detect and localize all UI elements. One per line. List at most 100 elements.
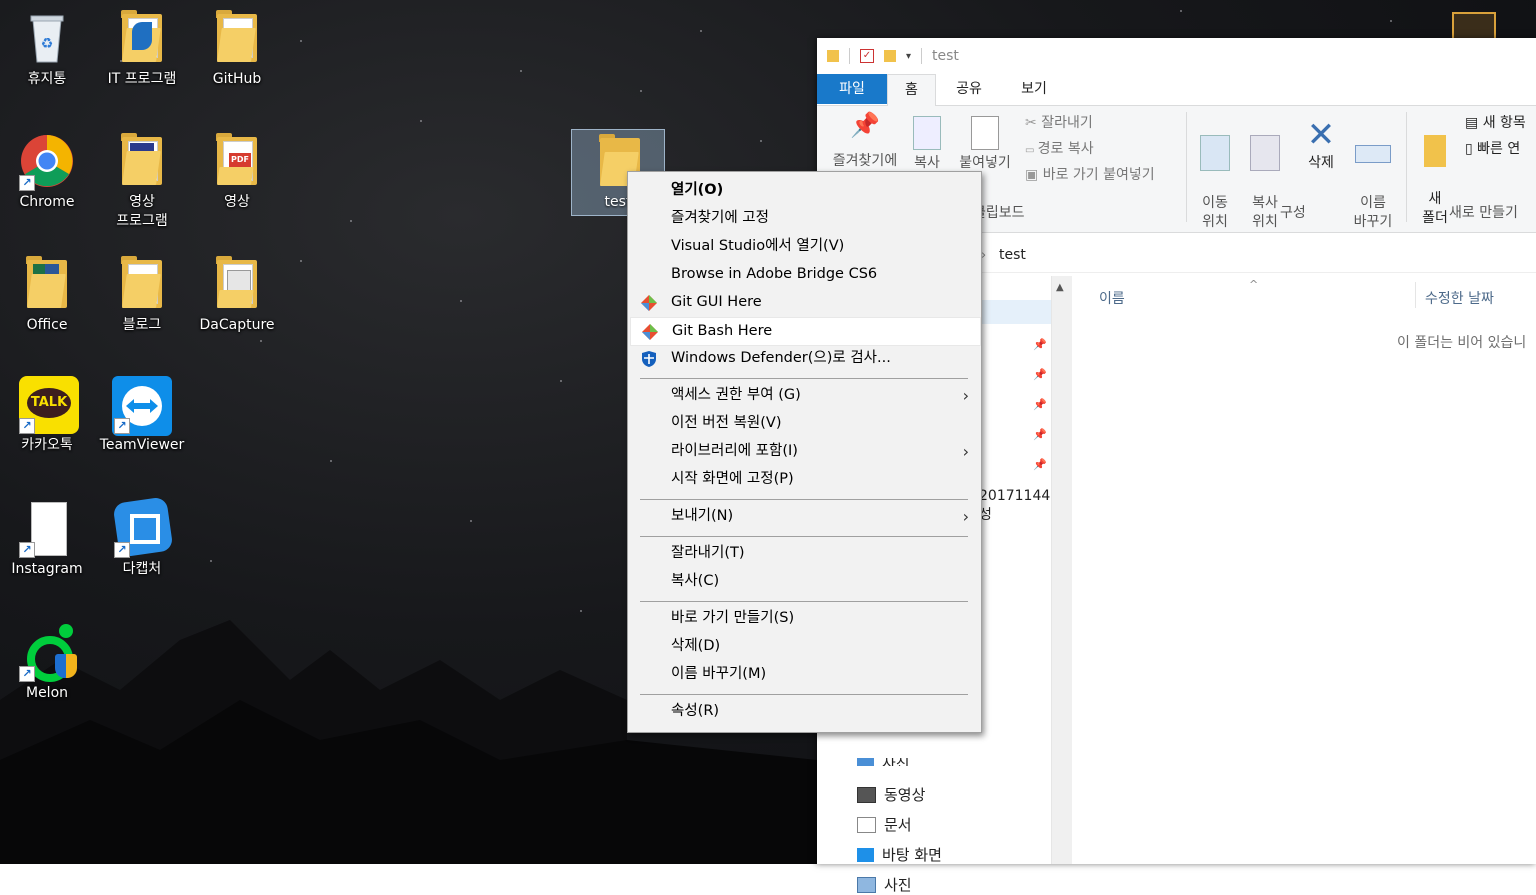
new-folder-button[interactable]: 새 폴더 (1413, 116, 1457, 247)
pin-quick-access-button[interactable]: 📌 즐겨찾기에 (825, 111, 905, 171)
desktop-icon-office[interactable]: Office (2, 256, 92, 335)
column-header-name[interactable]: 이름 (1099, 288, 1125, 308)
menu-item-pin-quick-access[interactable]: 즐겨찾기에 고정 (630, 205, 979, 232)
menu-item-pin-start[interactable]: 시작 화면에 고정(P) (630, 466, 979, 493)
ribbon-separator (1406, 112, 1407, 222)
desktop-icon-label: TeamViewer (99, 437, 185, 453)
nav-item-pictures[interactable]: 사진 (857, 874, 912, 895)
pin-icon: 📌 (1033, 428, 1047, 441)
folder-small-icon[interactable] (827, 50, 839, 62)
pictures-icon (857, 876, 876, 893)
kakaotalk-badge: TALK (27, 388, 71, 418)
nav-item-recent-folder[interactable]: 20171144 성 (979, 488, 1051, 524)
menu-item-git-gui[interactable]: Git GUI Here (630, 289, 979, 316)
move-to-icon (1200, 135, 1230, 171)
menu-item-open-visual-studio[interactable]: Visual Studio에서 열기(V) (630, 233, 979, 260)
tab-view[interactable]: 보기 (1009, 74, 1059, 104)
desktop-icon-recycle-bin[interactable]: ♻ 휴지통 (2, 10, 92, 89)
desktop-icon (857, 847, 874, 862)
quick-access-toolbar: ✓ ▾ test (817, 38, 1536, 74)
delete-button[interactable]: ✕ 삭제 (1297, 116, 1345, 173)
desktop-icon-video-programs[interactable]: 영상 프로그램 (97, 133, 187, 231)
tab-home[interactable]: 홈 (887, 74, 936, 106)
menu-item-cut[interactable]: 잘라내기(T) (630, 540, 979, 567)
folder-pdf-icon: PDF (209, 133, 265, 189)
menu-separator (640, 694, 968, 695)
menu-separator (640, 378, 968, 379)
menu-item-delete[interactable]: 삭제(D) (630, 633, 979, 660)
copy-icon (913, 116, 941, 150)
rename-button[interactable]: 이름 바꾸기 (1349, 116, 1397, 251)
new-item-button[interactable]: ▤ 새 항목 (1465, 114, 1526, 133)
copy-to-button[interactable]: 복사 위치 (1241, 116, 1289, 251)
menu-item-rename[interactable]: 이름 바꾸기(M) (630, 661, 979, 688)
new-folder-small-icon[interactable] (884, 50, 896, 62)
menu-item-send-to[interactable]: 보내기(N) › (630, 503, 979, 530)
group-new-label: 새로 만들기 (1449, 205, 1518, 221)
desktop-icon-github[interactable]: GitHub (192, 10, 282, 89)
easy-access-icon: ▯ (1465, 141, 1478, 157)
submenu-chevron-icon: › (962, 442, 969, 461)
pin-icon: 📌 (850, 111, 880, 139)
desktop-icon-instagram[interactable]: ↗ Instagram (2, 500, 92, 579)
desktop-icon-video[interactable]: PDF 영상 (192, 133, 282, 212)
desktop-icon-label: 다캡처 (122, 561, 162, 577)
context-menu: 열기(O) 즐겨찾기에 고정 Visual Studio에서 열기(V) Bro… (627, 171, 982, 733)
tab-file[interactable]: 파일 (817, 74, 887, 104)
cut-button[interactable]: ✂ 잘라내기 (1025, 114, 1093, 133)
clipboard-icon (971, 116, 999, 150)
nav-scrollbar[interactable]: ▲ (1051, 276, 1072, 864)
desktop-icon-label: Instagram (11, 561, 83, 577)
desktop-icon-label: Chrome (19, 194, 75, 210)
address-folder[interactable]: test (999, 247, 1026, 263)
tab-share[interactable]: 공유 (945, 74, 993, 104)
customize-dropdown-icon[interactable]: ▾ (906, 51, 911, 62)
menu-item-restore-previous[interactable]: 이전 버전 복원(V) (630, 410, 979, 437)
menu-item-windows-defender[interactable]: Windows Defender(으)로 검사... (630, 345, 979, 372)
nav-item-pictures-partial[interactable]: 사진 (857, 758, 910, 766)
properties-check-icon[interactable]: ✓ (860, 49, 874, 63)
menu-item-properties[interactable]: 속성(R) (630, 698, 979, 725)
blank-file-icon: ↗ (19, 500, 75, 558)
paste-shortcut-button[interactable]: ▣ 바로 가기 붙여넣기 (1025, 166, 1155, 185)
window-title: test (932, 48, 959, 64)
nav-item-documents[interactable]: 문서 (857, 814, 912, 835)
submenu-chevron-icon: › (962, 507, 969, 526)
menu-item-adobe-bridge[interactable]: Browse in Adobe Bridge CS6 (630, 261, 979, 288)
copy-path-button[interactable]: ▭ 경로 복사 (1025, 140, 1094, 160)
desktop-icon-label: 카카오톡 (21, 437, 73, 453)
copy-button[interactable]: 복사 (907, 116, 947, 173)
menu-item-open[interactable]: 열기(O) (630, 177, 979, 204)
desktop-icon-kakaotalk[interactable]: TALK ↗ 카카오톡 (2, 376, 92, 455)
scroll-up-icon[interactable]: ▲ (1056, 282, 1064, 293)
menu-item-give-access[interactable]: 액세스 권한 부여 (G) › (630, 382, 979, 409)
menu-item-git-bash-highlighted[interactable]: Git Bash Here (630, 317, 981, 346)
desktop-icon-it-programs[interactable]: IT 프로그램 (97, 10, 187, 89)
paste-button[interactable]: 붙여넣기 (953, 116, 1017, 173)
desktop-icon-label: 휴지통 (27, 71, 67, 87)
menu-item-include-library[interactable]: 라이브러리에 포함(I) › (630, 438, 979, 465)
document-icon (857, 816, 876, 833)
move-to-button[interactable]: 이동 위치 (1191, 116, 1239, 251)
chrome-icon: ↗ (19, 133, 75, 191)
menu-item-create-shortcut[interactable]: 바로 가기 만들기(S) (630, 605, 979, 632)
desktop-icon-blog[interactable]: 블로그 (97, 256, 187, 335)
desktop-icon-label: Melon (25, 685, 69, 701)
nav-item-videos[interactable]: 동영상 (857, 784, 925, 805)
film-icon (857, 786, 876, 803)
path-icon: ▭ (1025, 145, 1038, 156)
desktop-icon-label: 블로그 (122, 317, 162, 333)
desktop-icon-melon[interactable]: ↗ Melon (2, 624, 92, 703)
capture-crop-icon: ↗ (112, 496, 174, 558)
desktop-icon-dacapture-app[interactable]: ↗ 다캡처 (97, 496, 187, 579)
desktop-icon-teamviewer[interactable]: ↗ TeamViewer (97, 376, 187, 455)
desktop-icon-dacapture[interactable]: DaCapture (192, 256, 282, 335)
menu-item-copy[interactable]: 복사(C) (630, 568, 979, 595)
shortcut-arrow-icon: ↗ (114, 542, 130, 558)
ribbon-separator (1186, 112, 1187, 222)
nav-item-desktop[interactable]: 바탕 화면 (857, 844, 942, 865)
easy-access-button[interactable]: ▯ 빠른 연 (1465, 140, 1520, 159)
desktop-icon-chrome[interactable]: ↗ Chrome (2, 133, 92, 212)
folder-icon (114, 133, 170, 189)
column-header-modified[interactable]: 수정한 날짜 (1425, 288, 1494, 308)
